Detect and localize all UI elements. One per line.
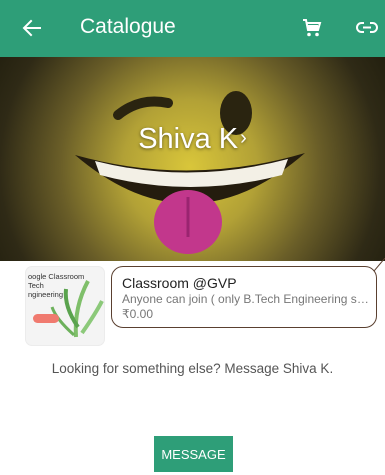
cover-image: Shiva K › [0,57,385,261]
profile-name[interactable]: Shiva K › [0,123,385,156]
product-description: Anyone can join ( only B.Tech Engineerin… [122,292,372,306]
chevron-right-icon: › [240,127,247,149]
annotation-line [374,258,385,272]
page-title: Catalogue [80,15,176,38]
thumbnail-button [33,314,59,323]
product-name: Classroom @GVP [122,275,237,291]
cart-icon[interactable] [302,18,322,38]
profile-name-text: Shiva K [138,123,239,155]
message-button[interactable]: MESSAGE [154,436,233,472]
app-bar: Catalogue [0,0,385,57]
product-price: ₹0.00 [122,307,153,321]
looking-for-text: Looking for something else? Message Shiv… [51,361,334,376]
arrow-left-icon[interactable] [20,16,44,40]
winking-face-image [75,91,305,254]
product-thumbnail[interactable]: oogle Classroom Tech ngineering [26,267,104,345]
link-icon[interactable] [356,18,378,38]
product-card[interactable]: Classroom @GVP Anyone can join ( only B.… [111,266,377,328]
plant-image [50,280,104,338]
